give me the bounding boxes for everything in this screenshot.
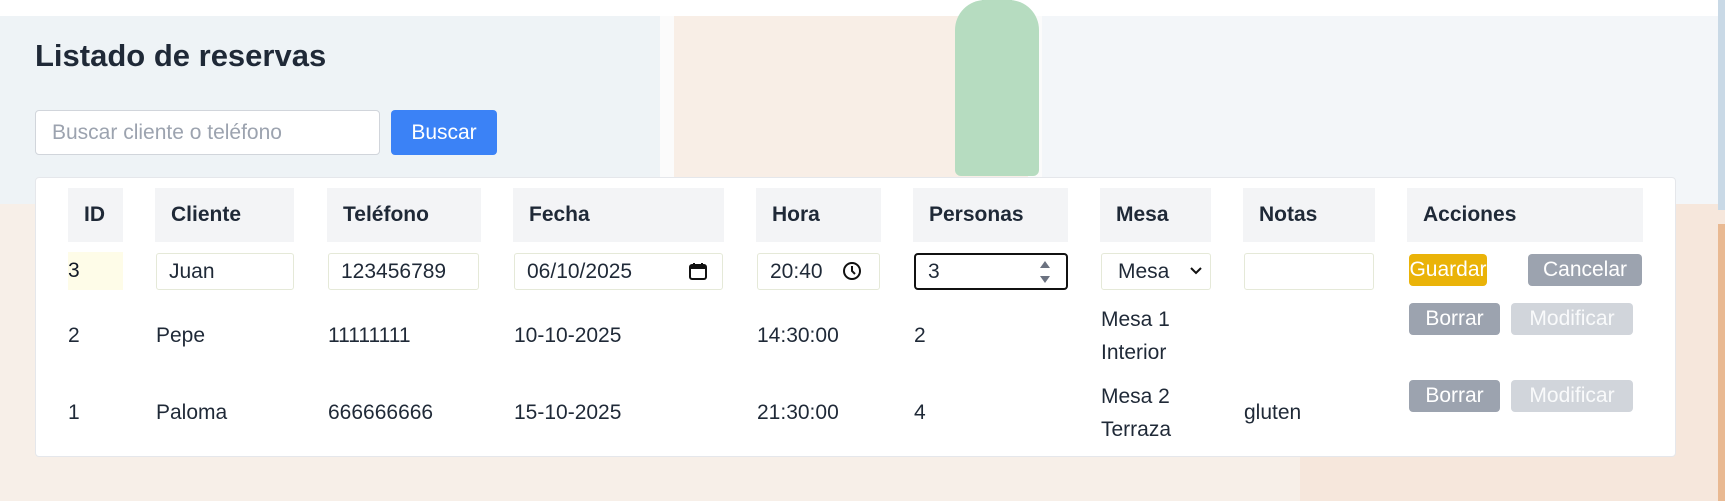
mesa-zone: Interior <box>1101 341 1167 364</box>
table-row-mesa: Mesa 2 Terraza <box>1101 380 1171 446</box>
calendar-icon[interactable] <box>686 259 710 283</box>
telefono-field[interactable]: 123456789 <box>328 253 479 290</box>
header-id: ID <box>68 188 123 242</box>
table-row-telefono: 666666666 <box>328 401 434 424</box>
table-row-notas: gluten <box>1244 401 1302 424</box>
table-row-id: 1 <box>68 401 80 424</box>
delete-button[interactable]: Borrar <box>1409 303 1500 335</box>
mesa-name: Mesa 1 <box>1101 308 1170 331</box>
personas-value: 3 <box>928 259 940 283</box>
table-row-telefono: 11111111 <box>328 324 411 347</box>
chevron-down-icon[interactable] <box>1186 261 1206 281</box>
modify-button[interactable]: Modificar <box>1511 303 1633 335</box>
table-row-cliente: Paloma <box>156 401 228 424</box>
table-row-cliente: Pepe <box>156 324 206 347</box>
save-button[interactable]: Guardar <box>1409 254 1487 286</box>
mesa-select-value: Mesa <box>1118 259 1170 283</box>
table-row-hora: 14:30:00 <box>757 324 839 347</box>
cancel-button[interactable]: Cancelar <box>1528 254 1642 286</box>
table-row-personas: 2 <box>914 324 926 347</box>
mesa-name: Mesa 2 <box>1101 385 1170 408</box>
search-button[interactable]: Buscar <box>391 110 497 155</box>
table-row-id: 2 <box>68 324 80 347</box>
fecha-value: 06/10/2025 <box>527 259 633 283</box>
table-row-personas: 4 <box>914 401 926 424</box>
clock-icon[interactable] <box>840 259 864 283</box>
table-row-hora: 21:30:00 <box>757 401 839 424</box>
header-cliente: Cliente <box>155 188 294 242</box>
notas-field[interactable] <box>1244 253 1374 290</box>
header-personas: Personas <box>913 188 1068 242</box>
main-content: Listado de reservas Buscar ID Cliente Te… <box>0 0 1725 501</box>
header-fecha: Fecha <box>513 188 724 242</box>
hora-value: 20:40 <box>770 259 823 283</box>
header-mesa: Mesa <box>1100 188 1211 242</box>
table-row-fecha: 10-10-2025 <box>514 324 622 347</box>
cliente-field[interactable]: Juan <box>156 253 294 290</box>
modify-button[interactable]: Modificar <box>1511 380 1633 412</box>
spinner-arrows-icon[interactable] <box>1035 256 1055 288</box>
search-input[interactable] <box>35 110 380 155</box>
table-row-mesa: Mesa 1 Interior <box>1101 303 1170 369</box>
delete-button[interactable]: Borrar <box>1409 380 1500 412</box>
header-acciones: Acciones <box>1407 188 1643 242</box>
header-notas: Notas <box>1243 188 1375 242</box>
header-hora: Hora <box>756 188 881 242</box>
edit-row-id: 3 <box>68 252 123 290</box>
table-row-fecha: 15-10-2025 <box>514 401 622 424</box>
page-title: Listado de reservas <box>35 38 327 73</box>
header-telefono: Teléfono <box>327 188 481 242</box>
mesa-zone: Terraza <box>1101 418 1172 441</box>
